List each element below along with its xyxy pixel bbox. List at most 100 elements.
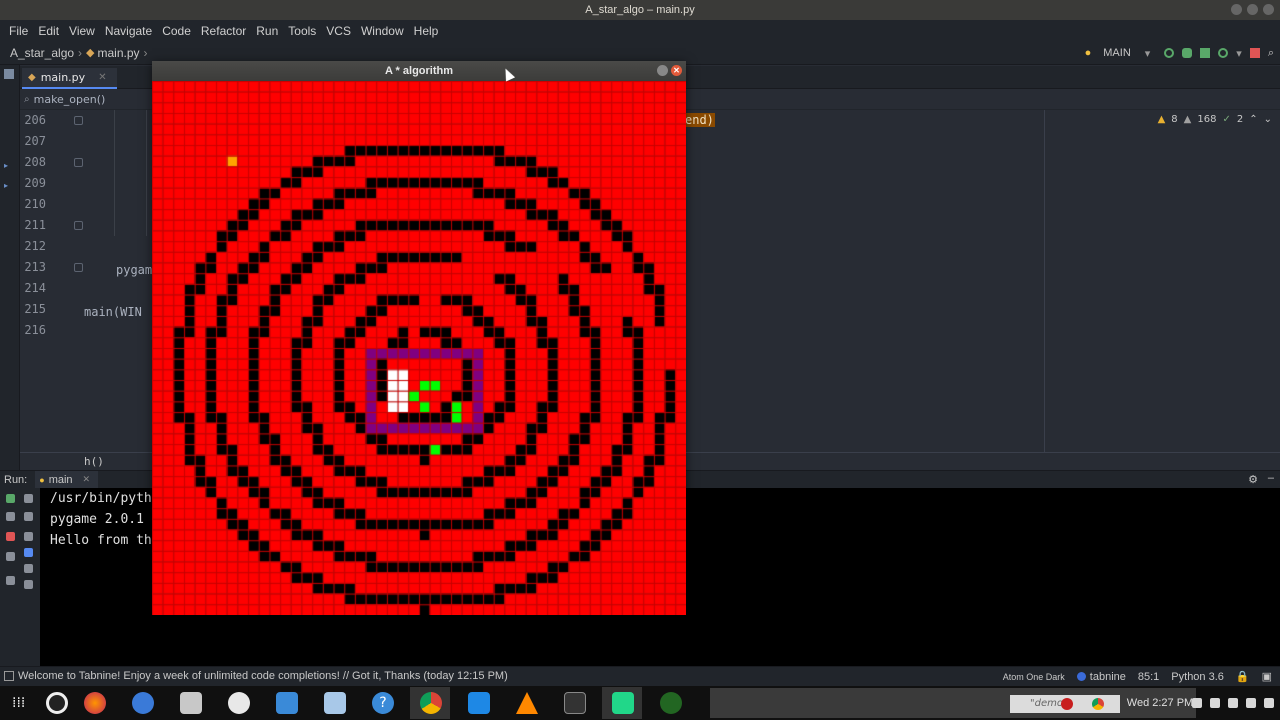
tabnine-label: tabnine xyxy=(1089,670,1126,683)
stop-icon[interactable] xyxy=(1249,48,1260,58)
wifi-icon[interactable] xyxy=(1192,698,1202,708)
document-icon[interactable] xyxy=(276,692,298,714)
chrome-icon[interactable] xyxy=(420,692,442,714)
status-bar: Welcome to Tabnine! Enjoy a week of unli… xyxy=(0,666,1280,686)
tabnine-widget[interactable]: tabnine xyxy=(1076,670,1126,683)
minimize-icon[interactable] xyxy=(1231,4,1242,15)
vlc-icon[interactable] xyxy=(516,692,538,714)
arrow-up-icon[interactable] xyxy=(24,494,33,503)
menu-navigate[interactable]: Navigate xyxy=(100,24,157,38)
scroll-to-end-icon[interactable] xyxy=(24,548,33,557)
chevron-up-icon[interactable]: ⌃ xyxy=(1249,114,1257,125)
chevron-down-icon[interactable]: ⌄ xyxy=(1264,114,1272,125)
files-icon[interactable] xyxy=(180,692,202,714)
minimize-icon[interactable] xyxy=(657,65,668,76)
console-line: Hello from th xyxy=(50,533,152,548)
soft-wrap-icon[interactable] xyxy=(24,532,33,541)
python-launcher-icon[interactable] xyxy=(660,692,682,714)
astar-grid[interactable] xyxy=(152,81,686,615)
fold-marker-icon[interactable] xyxy=(74,263,83,272)
hide-icon[interactable]: – xyxy=(1268,472,1274,484)
pin-icon[interactable] xyxy=(6,576,15,585)
battery-icon[interactable] xyxy=(1246,698,1256,708)
search-icon[interactable]: ⌕ xyxy=(1268,47,1274,60)
fold-marker-icon[interactable] xyxy=(74,158,83,167)
close-icon[interactable] xyxy=(1263,4,1274,15)
menu-file[interactable]: File xyxy=(4,24,33,38)
line-number: 216 xyxy=(24,323,46,337)
maximize-icon[interactable] xyxy=(1247,4,1258,15)
menu-tools[interactable]: Tools xyxy=(283,24,321,38)
disk-icon[interactable] xyxy=(228,692,250,714)
footer-crumb[interactable]: h() xyxy=(84,455,104,468)
menu-code[interactable]: Code xyxy=(157,24,196,38)
status-message[interactable]: Welcome to Tabnine! Enjoy a week of unli… xyxy=(18,670,508,682)
indent-guide xyxy=(146,110,147,236)
chevron-down-icon[interactable]: ▾ xyxy=(1236,47,1242,60)
power-icon[interactable] xyxy=(1264,698,1274,708)
terminal-icon[interactable] xyxy=(564,692,586,714)
vscode-icon[interactable] xyxy=(468,692,490,714)
structure-crumb[interactable]: make_open() xyxy=(34,93,106,106)
os-window-titlebar[interactable]: A_star_algo – main.py xyxy=(0,0,1280,20)
weak-warning-icon: ▲ xyxy=(1183,114,1192,125)
breadcrumb-project[interactable]: A_star_algo xyxy=(10,46,74,60)
layout-icon[interactable] xyxy=(6,552,15,561)
close-icon[interactable]: ✕ xyxy=(98,72,106,83)
arrow-down-icon[interactable] xyxy=(24,512,33,521)
menu-window[interactable]: Window xyxy=(356,24,409,38)
print-icon[interactable] xyxy=(24,564,33,573)
coverage-icon[interactable] xyxy=(1200,48,1211,58)
thunderbird-icon[interactable] xyxy=(132,692,154,714)
bluetooth-icon[interactable] xyxy=(1210,698,1220,708)
project-tool-icon[interactable] xyxy=(4,69,14,79)
memory-icon[interactable]: ▣ xyxy=(1262,670,1272,683)
run-tab-main[interactable]: ● main ✕ xyxy=(35,470,99,489)
line-number: 210 xyxy=(24,197,46,211)
close-icon[interactable]: ✕ xyxy=(671,65,682,76)
cursor-position[interactable]: 85:1 xyxy=(1138,671,1159,683)
menu-vcs[interactable]: VCS xyxy=(321,24,356,38)
menu-help[interactable]: Help xyxy=(409,24,444,38)
trash-icon[interactable] xyxy=(24,580,33,589)
stop-icon[interactable] xyxy=(6,532,15,541)
menu-refactor[interactable]: Refactor xyxy=(196,24,251,38)
tabnine-icon xyxy=(1076,672,1086,681)
theme-label[interactable]: Atom One Dark xyxy=(1003,672,1065,682)
menu-view[interactable]: View xyxy=(64,24,100,38)
breadcrumb-file[interactable]: main.py xyxy=(98,46,140,60)
close-icon[interactable]: ✕ xyxy=(83,474,91,485)
app-grid-icon[interactable]: ⁞⁞⁞ xyxy=(12,695,25,711)
rerun-icon[interactable] xyxy=(1164,48,1175,58)
system-icon[interactable] xyxy=(46,692,68,714)
lock-icon[interactable]: 🔒 xyxy=(1236,670,1250,683)
code-fragment: main(WIN xyxy=(84,305,142,319)
menu-edit[interactable]: Edit xyxy=(33,24,64,38)
rerun-icon[interactable] xyxy=(6,494,15,503)
pycharm-icon[interactable] xyxy=(612,692,634,714)
fold-marker-icon[interactable] xyxy=(74,221,83,230)
expand-arrow-icon[interactable]: ▸ xyxy=(4,161,8,170)
firefox-icon[interactable] xyxy=(84,692,106,714)
debug-icon[interactable] xyxy=(1182,48,1193,58)
fold-marker-icon[interactable] xyxy=(74,116,83,125)
help-icon[interactable]: ? xyxy=(372,692,394,714)
interpreter-label[interactable]: Python 3.6 xyxy=(1171,671,1224,683)
event-log-icon[interactable] xyxy=(4,671,14,681)
run-config-select[interactable]: ● MAIN ▾ xyxy=(1079,47,1157,60)
weak-warning-count: 168 xyxy=(1197,114,1217,125)
gear-icon[interactable]: ⚙ xyxy=(1248,473,1258,486)
volume-icon[interactable] xyxy=(1228,698,1238,708)
archive-icon[interactable] xyxy=(324,692,346,714)
profile-icon[interactable] xyxy=(1218,48,1229,58)
taskbar-clock[interactable]: Wed 2:27 PM xyxy=(1120,690,1200,716)
menu-run[interactable]: Run xyxy=(251,24,283,38)
expand-arrow-icon[interactable]: ▸ xyxy=(4,181,8,190)
typo-icon: ✓ xyxy=(1222,114,1231,125)
typo-count: 2 xyxy=(1236,114,1244,125)
pygame-titlebar[interactable]: A * algorithm ✕ xyxy=(152,61,686,81)
tab-main-py[interactable]: ◆ main.py ✕ xyxy=(22,68,117,89)
wrench-icon[interactable] xyxy=(6,512,15,521)
python-file-icon: ◆ xyxy=(86,47,95,59)
inspection-widget[interactable]: ▲ 8 ▲ 168 ✓ 2 ⌃ ⌄ xyxy=(1158,114,1272,125)
